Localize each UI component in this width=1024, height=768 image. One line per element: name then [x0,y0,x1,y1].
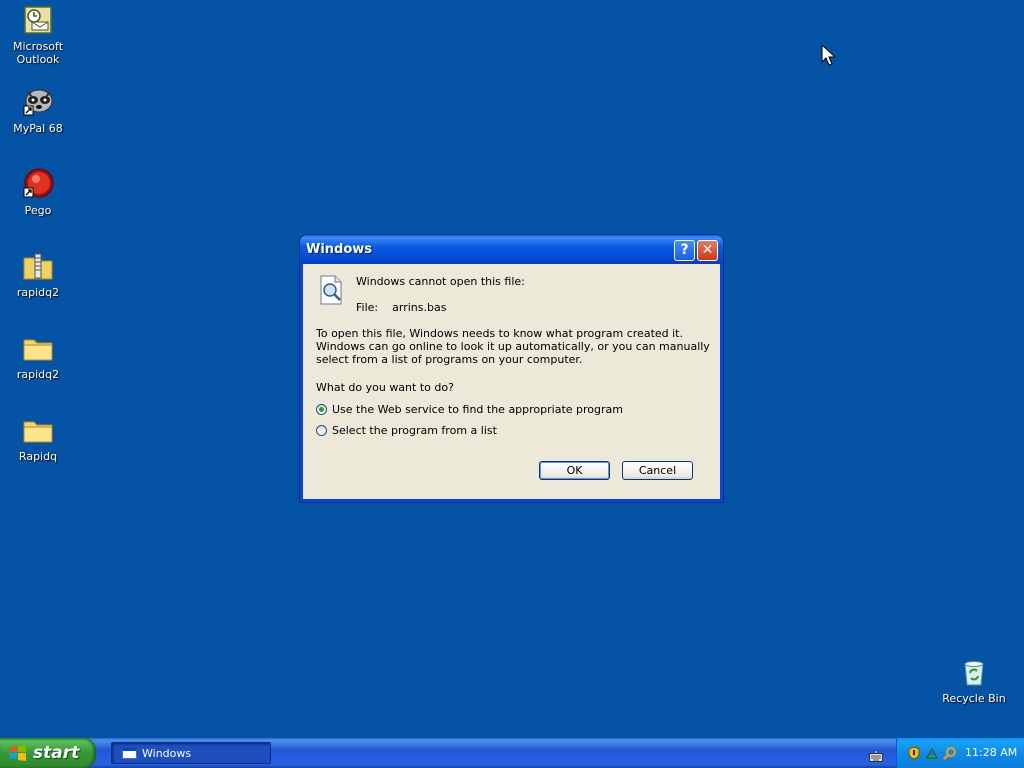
desktop-icon-label: Pego [24,204,52,217]
outlook-icon [22,4,54,36]
desktop-icon-rapidq[interactable]: Rapidq [0,414,76,463]
desktop-icon-mypal[interactable]: MyPal 68 [0,86,76,135]
security-shield-icon[interactable] [907,745,921,760]
system-tray: 11:28 AM [896,738,1024,768]
taskbar-item-label: Windows [142,747,192,760]
option-web-service[interactable]: Use the Web service to find the appropri… [316,403,623,416]
start-button[interactable]: start [0,738,96,768]
desktop-icon-label: Recycle Bin [942,692,1006,705]
radio-button-checked[interactable] [316,404,327,415]
desktop-icon-label: Microsoft Outlook [12,40,64,66]
file-row: File: arrins.bas [356,301,446,314]
desktop-icon-pego[interactable]: Pego [0,168,76,217]
file-search-icon [315,274,347,306]
desktop-icon-label: rapidq2 [16,286,60,299]
taskbar-item-windows[interactable]: Windows [111,742,271,764]
clock[interactable]: 11:28 AM [965,746,1017,759]
question-text: What do you want to do? [316,381,454,394]
desktop-icon-label: Rapidq [18,450,58,463]
network-icon[interactable] [925,745,939,759]
desktop-icon-rapidq2-zip[interactable]: rapidq2 [0,250,76,299]
desktop-icon-rapidq2-folder[interactable]: rapidq2 [0,332,76,381]
start-label: start [33,743,80,763]
mypal-icon [22,86,54,118]
option-label: Use the Web service to find the appropri… [332,403,623,416]
folder-icon [22,414,54,446]
explanation-text: To open this file, Windows needs to know… [316,327,710,366]
window-icon [122,748,137,759]
close-button[interactable]: ✕ [697,240,718,261]
windows-logo-icon [9,745,27,761]
zip-folder-icon [22,250,54,282]
desktop-icon-outlook[interactable]: Microsoft Outlook [0,4,76,66]
ok-button[interactable]: OK [539,461,610,480]
folder-icon [22,332,54,364]
help-button[interactable]: ? [674,240,695,261]
taskbar: start Windows 11:28 AM [0,738,1024,768]
file-name: arrins.bas [392,301,447,314]
desktop-icon-recycle-bin[interactable]: Recycle Bin [936,656,1012,705]
message-title: Windows cannot open this file: [356,275,525,288]
radio-button[interactable] [316,425,327,436]
search-icon[interactable] [943,745,957,760]
option-label: Select the program from a list [332,424,497,437]
mouse-cursor-icon [821,43,837,66]
desktop-icon-label: MyPal 68 [13,122,63,135]
keyboard-icon[interactable] [869,747,883,762]
file-label: File: [356,301,379,314]
dialog-body: Windows cannot open this file: File: arri… [303,264,720,499]
pego-icon [22,168,54,200]
open-with-dialog: Windows ? ✕ Windows cannot open this fil… [300,235,723,502]
cancel-button[interactable]: Cancel [622,461,693,480]
recycle-bin-icon [958,656,990,688]
option-select-from-list[interactable]: Select the program from a list [316,424,497,437]
desktop-icon-label: rapidq2 [16,368,60,381]
dialog-title: Windows [306,242,373,257]
dialog-titlebar[interactable]: Windows ? ✕ [300,235,723,264]
